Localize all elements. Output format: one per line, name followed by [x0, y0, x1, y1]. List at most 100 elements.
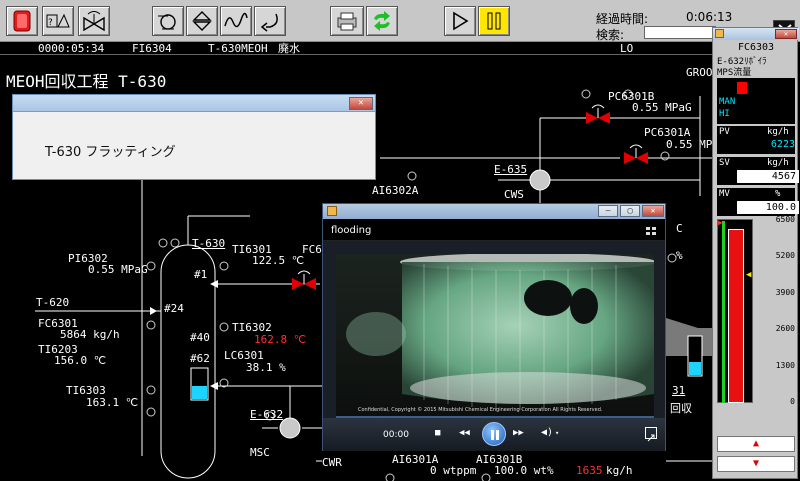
player-close-button[interactable]: ✕ — [642, 205, 664, 217]
alert-window: ✕ T-630 フラッティング — [12, 94, 376, 180]
alert-close-button[interactable]: ✕ — [349, 97, 373, 110]
decrease-button[interactable]: ▼ — [717, 456, 795, 472]
valve-pc6301b[interactable] — [586, 104, 610, 124]
ai6302a-tag[interactable]: AI6302A — [372, 184, 418, 197]
status-desc: 廃水 — [278, 42, 300, 55]
faceplate-mode-box: MAN HI — [717, 78, 795, 124]
faceplate-close-button[interactable]: ✕ — [775, 29, 797, 39]
ti6301-value: 122.5 ℃ — [252, 254, 305, 267]
status-time: 0000:05:34 — [38, 42, 105, 55]
scale-tick-label: 1300 — [775, 360, 795, 370]
updown-button[interactable] — [186, 6, 218, 36]
back-button[interactable] — [254, 6, 286, 36]
lc6301-value: 38.1 % — [246, 361, 286, 374]
sv-label: SV — [719, 158, 730, 168]
stop-button[interactable]: ■ — [435, 428, 447, 440]
minimize-icon: — — [605, 206, 611, 215]
rewind-button[interactable]: ◀◀ — [459, 428, 475, 440]
search-input[interactable] — [644, 26, 716, 39]
increase-button[interactable]: ▲ — [717, 436, 795, 452]
pv-unit: kg/h — [767, 127, 789, 137]
player-maximize-button[interactable]: ▢ — [620, 205, 640, 217]
valve-view-button[interactable] — [78, 6, 110, 36]
play-pause-button[interactable] — [482, 422, 506, 446]
right-unit-pct: % — [676, 249, 683, 262]
refresh-icon — [374, 11, 390, 31]
alarm-hi-label: HI — [719, 109, 730, 119]
play-button[interactable] — [444, 6, 476, 36]
t620-label[interactable]: T-620 — [36, 296, 69, 309]
alert-message: T-630 フラッティング — [45, 145, 176, 160]
mv-value-field[interactable]: 100.0 — [737, 201, 799, 214]
sv-unit: kg/h — [767, 158, 789, 168]
t630-label[interactable]: T-630 — [192, 237, 225, 250]
right-label-31: 31 — [672, 384, 686, 397]
print-button[interactable] — [330, 6, 364, 36]
status-bar: 0000:05:34 FI6304 T-630MEOH 廃水 LO — [0, 42, 712, 55]
stop-icon: ■ — [435, 428, 441, 438]
fast-forward-button[interactable]: ▶▶ — [513, 428, 529, 440]
chevron-down-icon: ▾ — [555, 429, 560, 437]
fast-forward-icon: ▶▶ — [513, 428, 524, 438]
svg-text:?: ? — [48, 18, 53, 28]
maximize-icon: ▢ — [627, 206, 633, 215]
fc6301-value: 5864 kg/h — [60, 328, 120, 341]
elapsed-value: 0:06:13 — [686, 10, 733, 24]
alarm-indicator — [737, 82, 747, 94]
elapsed-label: 経過時間: — [596, 12, 649, 26]
flooding-video-image — [336, 254, 654, 417]
pause-icon — [491, 430, 499, 440]
search-label: 検索: — [596, 28, 625, 42]
help-icon: ? — [46, 13, 70, 28]
pause-button[interactable] — [478, 6, 510, 36]
alert-titlebar[interactable]: ✕ — [13, 95, 375, 112]
mv-bar — [722, 221, 725, 403]
bottom-flow-value: 1635 — [576, 464, 603, 477]
player-minimize-button[interactable]: — — [598, 205, 618, 217]
close-icon: ✕ — [783, 30, 789, 38]
arrow-down-icon: ▼ — [752, 458, 760, 469]
right-unit-c: C — [676, 222, 683, 235]
refresh-button[interactable] — [366, 6, 398, 36]
volume-icon: ◀) — [541, 427, 554, 438]
fullscreen-button[interactable] — [645, 427, 657, 442]
cws-label: CWS — [504, 188, 524, 201]
pump-button[interactable] — [152, 6, 184, 36]
bottom-flow-unit: kg/h — [606, 464, 633, 477]
valve-fc6303[interactable] — [292, 270, 316, 290]
trend-button[interactable] — [220, 6, 252, 36]
play-icon — [453, 11, 469, 31]
video-frame[interactable]: Confidential, Copyright © 2015 Mitsubish… — [336, 254, 654, 417]
player-title: flooding — [331, 225, 372, 236]
faceplate-app-icon — [715, 29, 724, 38]
faceplate-titlebar[interactable]: ✕ — [713, 28, 799, 40]
sv-marker: ◀ — [746, 270, 752, 280]
player-titlebar[interactable]: — ▢ ✕ — [323, 204, 665, 219]
printer-icon — [337, 12, 357, 31]
ti6302-value: 162.8 ℃ — [254, 333, 307, 346]
e632-label[interactable]: E-632 — [250, 408, 283, 421]
sv-value-field[interactable]: 4567 — [737, 170, 799, 183]
mv-label: MV — [719, 189, 730, 199]
alarm-button[interactable] — [6, 6, 38, 36]
pv-value: 6223 — [770, 139, 795, 150]
help-button[interactable]: ? — [42, 6, 74, 36]
ai6301b-value: 100.0 wt% — [494, 464, 554, 477]
mode-label[interactable]: MAN — [719, 97, 735, 107]
pump-icon — [158, 14, 176, 30]
msc-label: MSC — [250, 446, 270, 459]
scale-tick-label: 3900 — [775, 287, 795, 297]
volume-button[interactable]: ◀) ▾ — [541, 427, 563, 441]
rewind-icon: ◀◀ — [459, 428, 470, 438]
ti6303-value: 163.1 ℃ — [86, 396, 139, 409]
pv-bar — [728, 229, 744, 403]
player-controls: 00:00 ■ ◀◀ ▶▶ ◀) ▾ — [323, 418, 665, 451]
fullscreen-icon — [647, 434, 655, 442]
grid-view-icon[interactable] — [646, 227, 658, 237]
video-player-window: — ▢ ✕ flooding Confidential, Copyright ©… — [322, 203, 666, 451]
scale-tick-label: 2600 — [775, 324, 795, 334]
e635-label[interactable]: E-635 — [494, 163, 527, 176]
level-fill-lc6301 — [192, 386, 207, 399]
valve-pc6301a[interactable] — [624, 144, 648, 164]
mv-box: MV % 100.0 — [717, 188, 799, 216]
